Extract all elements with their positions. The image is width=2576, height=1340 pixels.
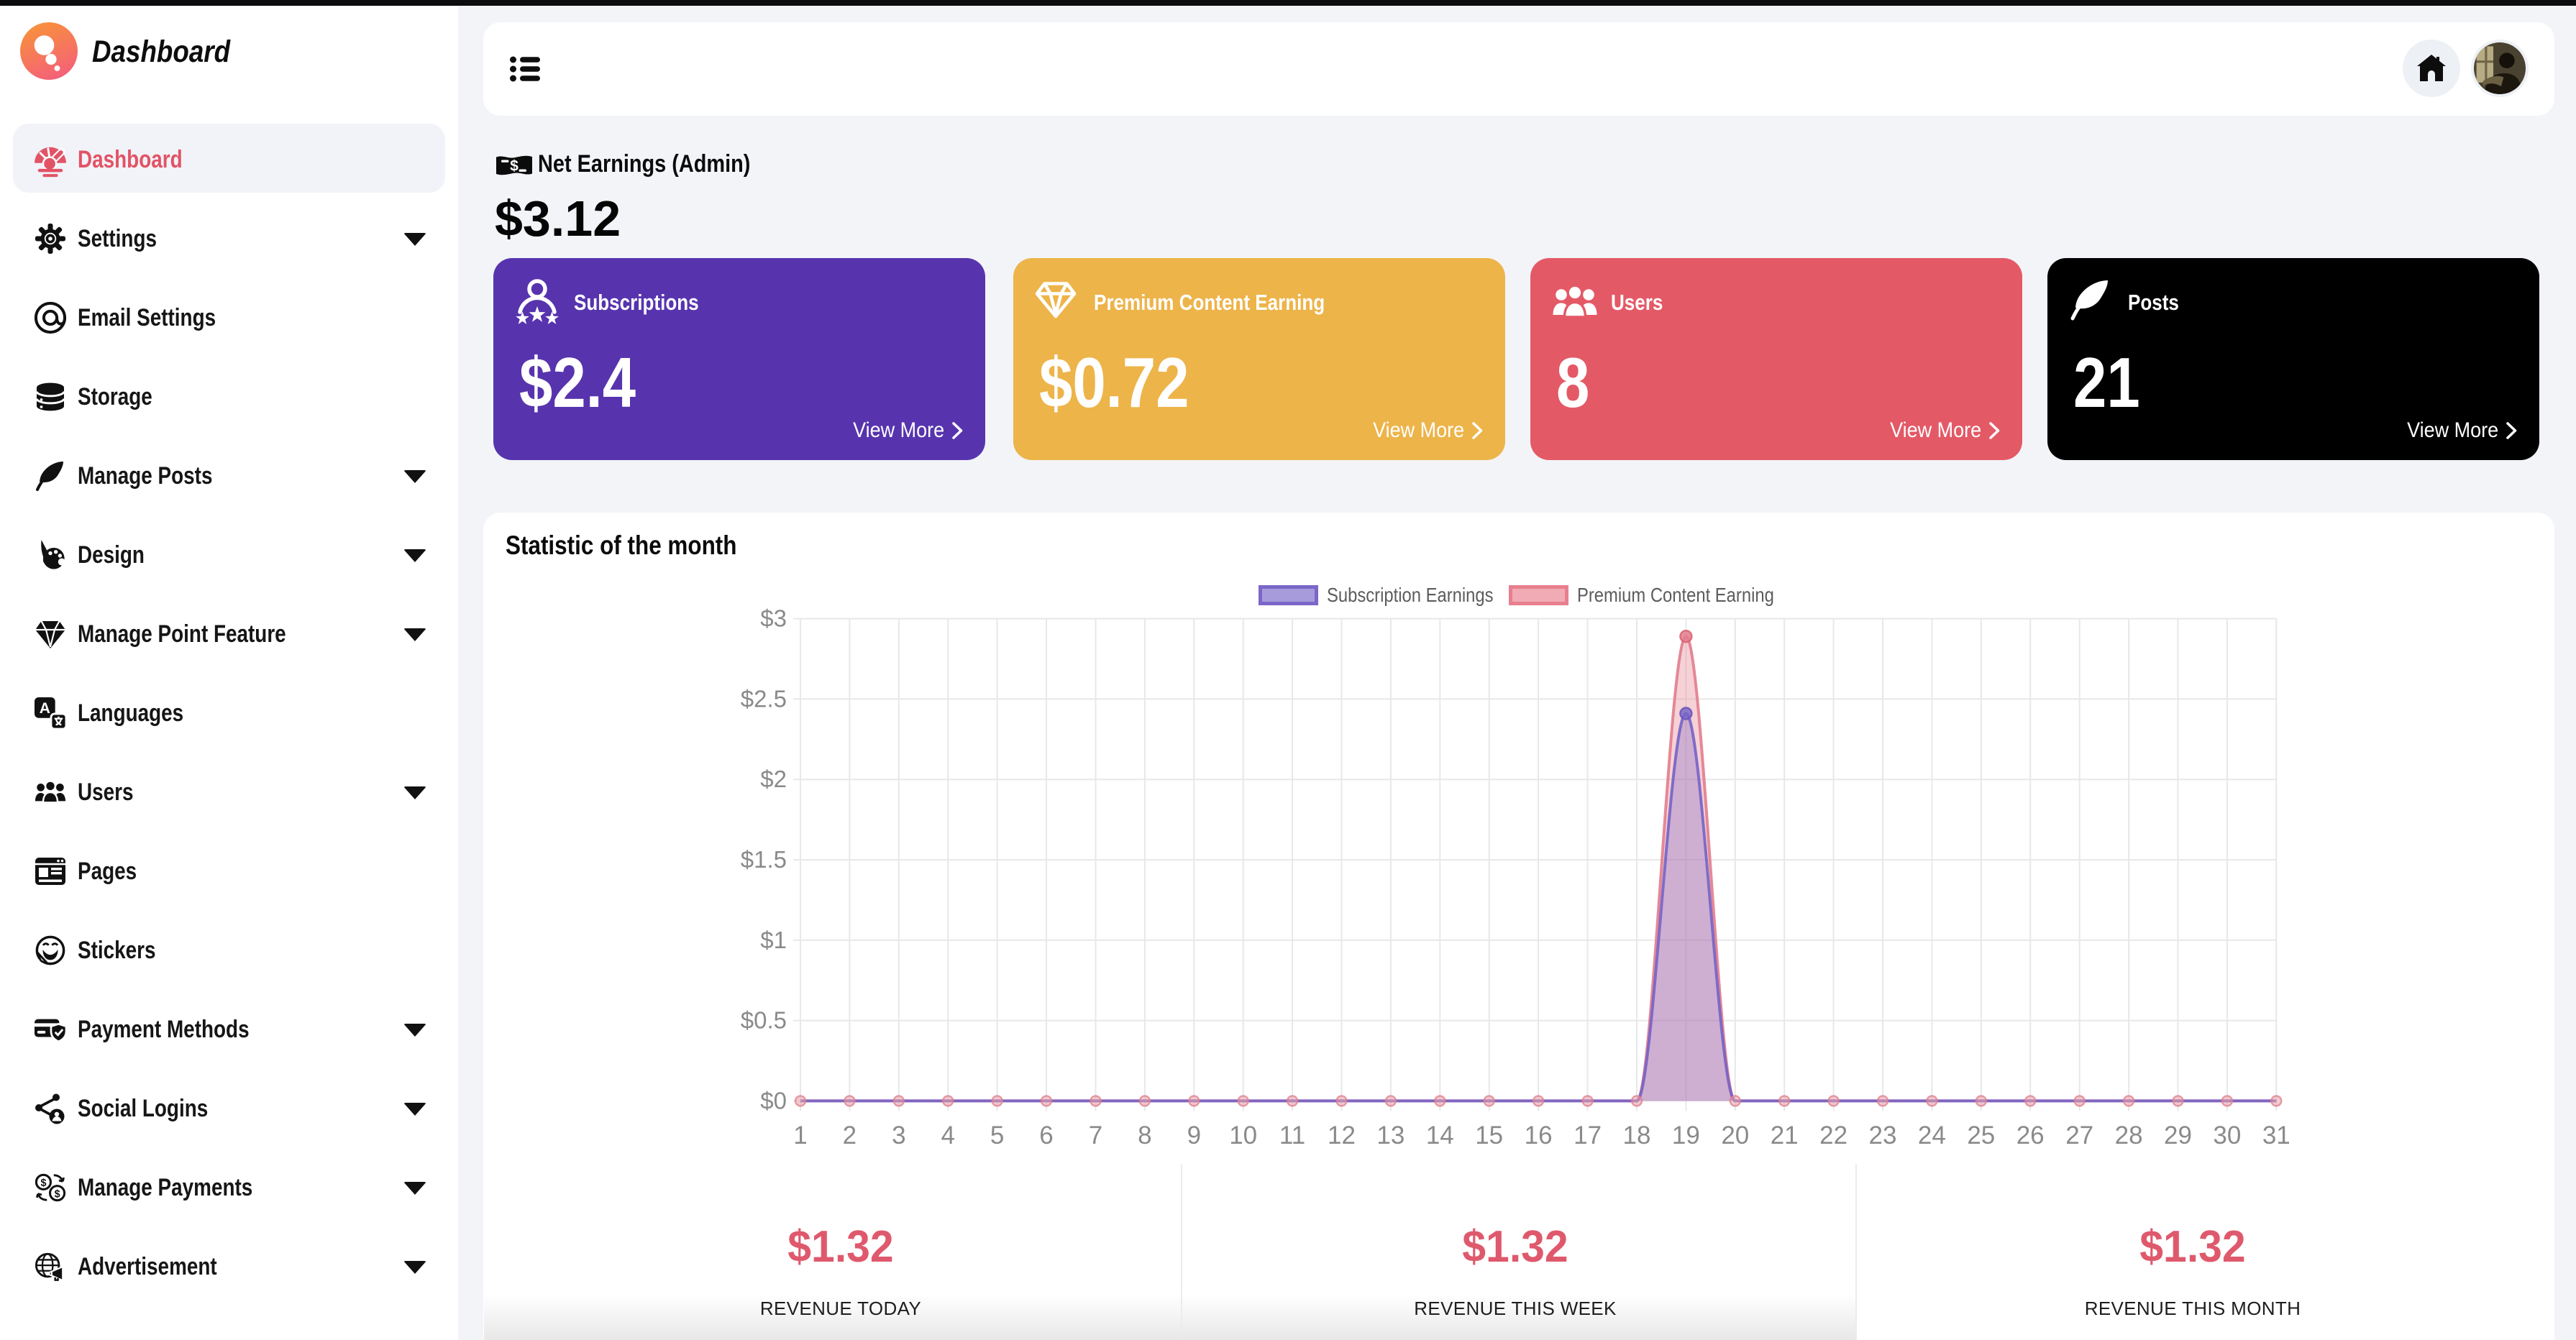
svg-text:9: 9 [1187,1121,1201,1149]
svg-text:31: 31 [2262,1121,2290,1149]
svg-text:A: A [40,700,50,717]
svg-text:10: 10 [1229,1121,1257,1149]
svg-text:20: 20 [1721,1121,1749,1149]
svg-text:$: $ [55,1188,60,1200]
svg-text:$: $ [510,158,519,175]
svg-text:15: 15 [1475,1121,1503,1149]
svg-text:$: $ [40,1178,46,1189]
svg-text:$3: $3 [760,605,787,632]
svg-text:4: 4 [941,1121,954,1149]
svg-text:1: 1 [793,1121,807,1149]
svg-text:18: 18 [1623,1121,1651,1149]
svg-text:13: 13 [1376,1121,1405,1149]
svg-text:25: 25 [1967,1121,1995,1149]
svg-text:$2: $2 [760,766,787,792]
svg-text:17: 17 [1574,1121,1602,1149]
svg-text:16: 16 [1525,1121,1553,1149]
svg-text:21: 21 [1771,1121,1799,1149]
svg-text:14: 14 [1426,1121,1454,1149]
svg-text:8: 8 [1138,1121,1151,1149]
svg-text:19: 19 [1672,1121,1700,1149]
svg-text:30: 30 [2213,1121,2241,1149]
svg-text:24: 24 [1918,1121,1946,1149]
svg-text:22: 22 [1819,1121,1847,1149]
svg-text:3: 3 [892,1121,905,1149]
svg-text:12: 12 [1328,1121,1356,1149]
svg-text:$1.5: $1.5 [741,846,787,873]
svg-text:28: 28 [2115,1121,2143,1149]
svg-text:7: 7 [1089,1121,1102,1149]
svg-text:29: 29 [2164,1121,2192,1149]
svg-text:11: 11 [1279,1121,1305,1149]
svg-text:$0.5: $0.5 [741,1007,787,1034]
svg-text:5: 5 [990,1121,1004,1149]
svg-text:$1: $1 [760,927,787,953]
svg-text:27: 27 [2065,1121,2093,1149]
svg-text:6: 6 [1039,1121,1053,1149]
svg-text:26: 26 [2017,1121,2045,1149]
svg-text:$0: $0 [760,1087,787,1114]
svg-text:23: 23 [1869,1121,1897,1149]
svg-text:2: 2 [843,1121,857,1149]
svg-text:$2.5: $2.5 [741,685,787,712]
